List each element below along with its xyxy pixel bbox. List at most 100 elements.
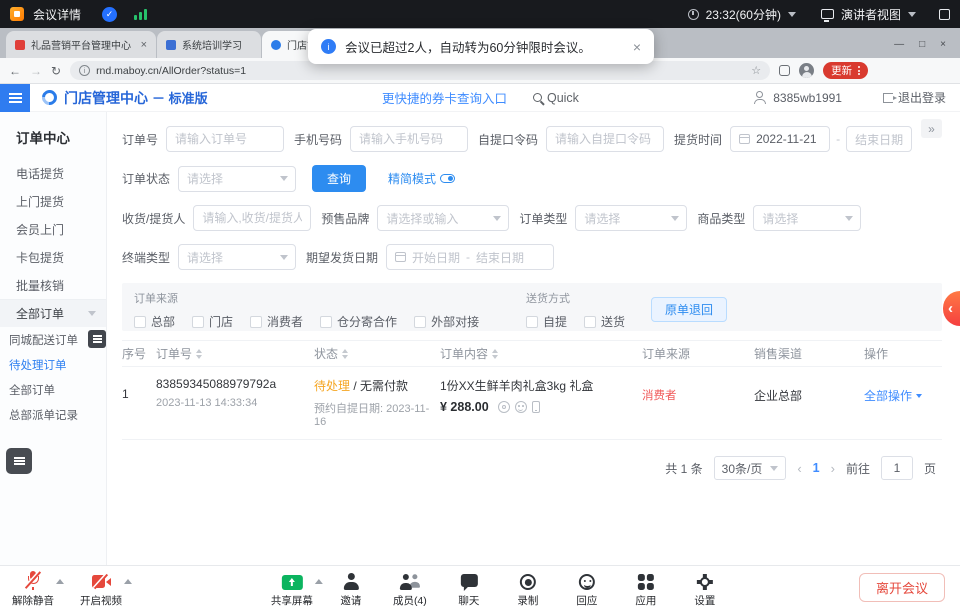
- sort-icon[interactable]: [196, 349, 202, 359]
- chat-label: 聊天: [458, 593, 479, 608]
- camera-options-caret-icon[interactable]: [124, 579, 132, 584]
- browser-profile-avatar[interactable]: [799, 63, 814, 78]
- checkbox-icon: [320, 316, 332, 328]
- sidebar-item-all-orders[interactable]: 全部订单: [0, 377, 106, 402]
- pickup-end-date[interactable]: 结束日期: [846, 126, 912, 152]
- browser-menu-icon[interactable]: [858, 66, 860, 75]
- checkbox-delivery[interactable]: 送货: [584, 313, 625, 330]
- apps-button[interactable]: 应用: [623, 571, 669, 608]
- simple-mode-link[interactable]: 精简模式: [388, 170, 455, 187]
- col-content[interactable]: 订单内容: [440, 345, 642, 362]
- sidebar-item-card-pickup[interactable]: 卡包提货: [0, 243, 106, 271]
- maximize-button[interactable]: □: [919, 39, 925, 50]
- sidebar-item-batch-verify[interactable]: 批量核销: [0, 271, 106, 299]
- browser-tab[interactable]: 礼品营销平台管理中心 ×: [6, 31, 156, 58]
- react-button[interactable]: 回应: [564, 571, 610, 608]
- share-screen-icon: [281, 575, 302, 590]
- sidebar-group-all-orders[interactable]: 全部订单: [0, 299, 106, 327]
- mic-options-caret-icon[interactable]: [56, 579, 64, 584]
- view-mode-label[interactable]: 演讲者视图: [841, 6, 901, 23]
- site-info-icon[interactable]: i: [79, 65, 90, 76]
- checkbox-external[interactable]: 外部对接: [414, 313, 479, 330]
- logout-label: 退出登录: [898, 89, 946, 106]
- members-button[interactable]: 成员(4): [387, 571, 433, 608]
- presale-brand-select[interactable]: 请选择或输入: [377, 205, 509, 231]
- sort-icon[interactable]: [492, 349, 498, 359]
- sidebar-item-hq-dispatch[interactable]: 总部派单记录: [0, 402, 106, 427]
- terminal-type-select[interactable]: 请选择: [178, 244, 296, 270]
- settings-button[interactable]: 设置: [682, 571, 728, 608]
- update-button[interactable]: 更新: [823, 62, 868, 79]
- checkbox-consumer[interactable]: 消费者: [250, 313, 303, 330]
- coupon-query-link[interactable]: 更快捷的券卡查询入口: [382, 88, 507, 107]
- floating-list-button[interactable]: [6, 448, 32, 474]
- tab-favicon: [15, 40, 25, 50]
- username[interactable]: 8385wb1991: [773, 91, 842, 105]
- goods-type-select[interactable]: 请选择: [753, 205, 861, 231]
- view-mode-caret-icon[interactable]: [908, 12, 916, 17]
- tab-close-icon[interactable]: ×: [141, 39, 147, 51]
- order-no[interactable]: 83859345088979792a: [156, 377, 314, 391]
- checkbox-hq[interactable]: 总部: [134, 313, 175, 330]
- pickup-code-input[interactable]: [546, 126, 664, 152]
- logout-button[interactable]: 退出登录: [883, 89, 946, 106]
- tab-favicon: [166, 40, 176, 50]
- share-options-caret-icon[interactable]: [315, 579, 323, 584]
- receiver-input[interactable]: [193, 205, 311, 231]
- bookmark-star-icon[interactable]: ☆: [751, 64, 761, 77]
- order-type-select[interactable]: 请选择: [575, 205, 687, 231]
- order-source-tag: 消费者: [642, 387, 754, 403]
- chat-button[interactable]: 聊天: [446, 571, 492, 608]
- pickup-start-date[interactable]: 2022-11-21: [730, 126, 830, 152]
- sidebar-item-phone-pickup[interactable]: 电话提货: [0, 159, 106, 187]
- fullscreen-icon[interactable]: [939, 9, 950, 20]
- quick-search[interactable]: Quick: [533, 91, 579, 105]
- sidebar-item-member-visit[interactable]: 会员上门: [0, 215, 106, 243]
- leave-meeting-button[interactable]: 离开会议: [859, 573, 945, 602]
- page-size-select[interactable]: 30条/页: [714, 456, 787, 480]
- order-status-select[interactable]: 请选择: [178, 166, 296, 192]
- unmute-button[interactable]: 解除静音: [10, 571, 56, 608]
- search-button[interactable]: 查询: [312, 165, 366, 192]
- sidebar-collapse-handle[interactable]: [88, 330, 106, 348]
- col-order-no[interactable]: 订单号: [156, 345, 314, 362]
- checkbox-self-pickup[interactable]: 自提: [526, 313, 567, 330]
- gear-icon: [700, 577, 710, 587]
- col-status[interactable]: 状态: [314, 345, 440, 362]
- current-page[interactable]: 1: [813, 461, 820, 475]
- sidebar-toggle-button[interactable]: [0, 84, 30, 112]
- browser-tab[interactable]: 系统培训学习: [157, 31, 261, 58]
- security-shield-icon[interactable]: ✓: [102, 7, 117, 22]
- extensions-icon[interactable]: [779, 65, 790, 76]
- record-button[interactable]: 录制: [505, 571, 551, 608]
- sort-icon[interactable]: [342, 349, 348, 359]
- timer-caret-icon[interactable]: [788, 12, 796, 17]
- forward-icon[interactable]: →: [30, 65, 42, 77]
- minimize-button[interactable]: —: [894, 39, 904, 50]
- share-screen-button[interactable]: 共享屏幕: [269, 571, 315, 608]
- toast-close-icon[interactable]: ×: [633, 39, 641, 55]
- reload-icon[interactable]: ↻: [51, 65, 61, 77]
- info-icon: i: [321, 39, 336, 54]
- start-video-button[interactable]: 开启视频: [78, 571, 124, 608]
- sidebar-item-door-pickup[interactable]: 上门提货: [0, 187, 106, 215]
- original-order-return-button[interactable]: 原单退回: [651, 297, 727, 322]
- all-actions-dropdown[interactable]: 全部操作: [864, 387, 942, 404]
- sales-channel: 企业总部: [754, 387, 864, 404]
- close-window-button[interactable]: ×: [940, 39, 946, 50]
- meeting-timer[interactable]: 23:32(60分钟): [706, 6, 781, 23]
- phone-input[interactable]: [350, 126, 468, 152]
- prev-page-icon[interactable]: ‹: [797, 461, 801, 476]
- next-page-icon[interactable]: ›: [831, 461, 835, 476]
- invite-button[interactable]: 邀请: [328, 571, 374, 608]
- tab-label: 礼品营销平台管理中心: [31, 37, 133, 52]
- order-no-input[interactable]: [166, 126, 284, 152]
- goto-page-input[interactable]: [881, 456, 913, 480]
- back-icon[interactable]: ←: [9, 65, 21, 77]
- sidebar-item-pending-orders[interactable]: 待处理订单: [0, 352, 106, 377]
- filter-collapse-button[interactable]: »: [921, 119, 942, 138]
- checkbox-warehouse-coop[interactable]: 仓分寄合作: [320, 313, 397, 330]
- expect-ship-date-range[interactable]: 开始日期 - 结束日期: [386, 244, 554, 270]
- app-logo-icon: [39, 87, 60, 108]
- checkbox-store[interactable]: 门店: [192, 313, 233, 330]
